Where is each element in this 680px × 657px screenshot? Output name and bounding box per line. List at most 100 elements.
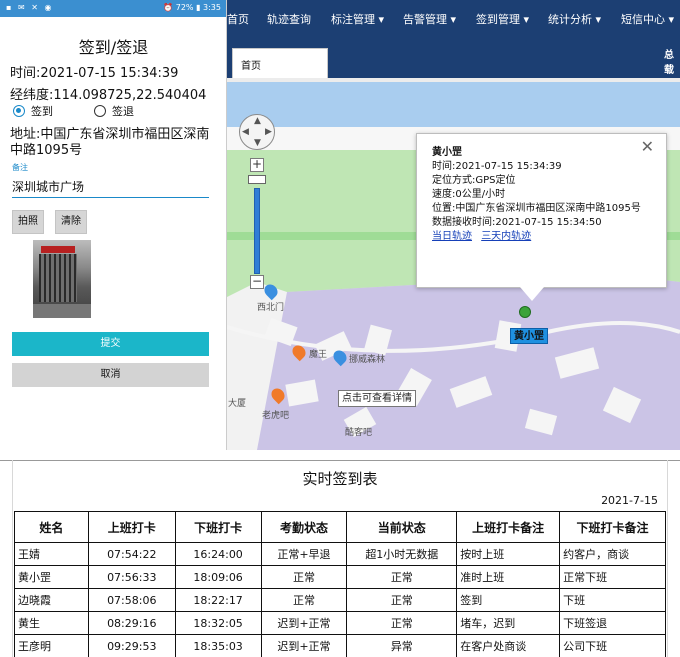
cell-current-status: 正常: [346, 565, 458, 589]
cell-name: 边晓霞: [14, 588, 89, 612]
cancel-button[interactable]: 取消: [12, 363, 209, 387]
cell-attendance-status: 正常: [260, 565, 348, 589]
cell-checkout: 18:32:05: [174, 611, 262, 635]
nav-statistics[interactable]: 统计分析 ▾: [548, 11, 601, 27]
sheet-date: 2021-7-15: [601, 494, 658, 507]
checkin-time: 时间:2021-07-15 15:34:39: [10, 66, 179, 81]
cell-checkout: 16:24:00: [174, 542, 262, 566]
cell-name: 黄小罡: [14, 565, 89, 589]
submit-button[interactable]: 提交: [12, 332, 209, 356]
popup-speed: 速度:0公里/小时: [432, 189, 506, 200]
campus-area: [255, 274, 680, 450]
cell-checkout: 18:35:03: [174, 634, 262, 657]
cell-name: 王彦明: [14, 634, 89, 657]
radio-checkin[interactable]: 签到: [13, 103, 53, 119]
table-row: 王彦明 09:29:53 18:35:03 迟到+正常 异常 在客户处商谈 公司…: [14, 634, 666, 657]
popup-received-time: 数据接收时间:2021-07-15 15:34:50: [432, 217, 602, 228]
note-label: 备注: [12, 163, 28, 172]
radio-checkin-label: 签到: [31, 105, 53, 118]
cell-current-status: 超1小时无数据: [346, 542, 458, 566]
tab-home[interactable]: 首页: [232, 48, 328, 79]
cell-attendance-status: 迟到+正常: [260, 634, 348, 657]
table-row: 边晓霞 07:58:06 18:22:17 正常 正常 签到 下班: [14, 588, 666, 612]
zoom-slider[interactable]: [254, 188, 260, 274]
header-checkin-note: 上班打卡备注: [456, 511, 561, 543]
cell-checkin-note: 签到: [456, 588, 561, 612]
phone-status-bar: ▪ ✉ ✕ ◉ ⏰ 72% ▮ 3:35: [0, 0, 226, 17]
checkin-address: 地址:中国广东省深圳市福田区深南中路1095号: [10, 127, 210, 158]
radio-unchecked-icon: [94, 105, 106, 117]
cell-checkin-note: 按时上班: [456, 542, 561, 566]
zoom-in-button[interactable]: +: [250, 158, 264, 172]
popup-pointer: [520, 287, 544, 301]
three-day-track-link[interactable]: 三天内轨迹: [481, 231, 531, 242]
user-name[interactable]: 总载: [664, 46, 680, 76]
vehicle-info-popup: 黄小罡 时间:2021-07-15 15:34:39 定位方式:GPS定位 速度…: [416, 133, 667, 288]
cell-checkout: 18:09:06: [174, 565, 262, 589]
cell-current-status: 异常: [346, 634, 458, 657]
pan-up-icon[interactable]: ▲: [254, 116, 261, 126]
pan-right-icon[interactable]: ▶: [265, 127, 272, 137]
cell-checkin: 07:58:06: [87, 588, 176, 612]
checkin-coordinates: 经纬度:114.098725,22.540404: [10, 88, 207, 103]
clear-photo-button[interactable]: 清除: [55, 210, 87, 234]
radio-checked-icon: [13, 105, 25, 117]
header-checkout-note: 下班打卡备注: [559, 511, 666, 543]
building-sign-image: [41, 246, 75, 253]
nav-alarm-management[interactable]: 告警管理 ▾: [403, 11, 456, 27]
poi-cool-bar[interactable]: 酷客吧: [345, 425, 372, 438]
popup-name: 黄小罡: [432, 147, 462, 158]
poi-building[interactable]: 大厦: [228, 396, 246, 409]
status-clock: ⏰ 72% ▮ 3:35: [163, 3, 221, 12]
poi-northwest-gate[interactable]: 西北门: [257, 300, 284, 313]
top-navigation: 首页 轨迹查询 标注管理 ▾ 告警管理 ▾ 签到管理 ▾ 统计分析 ▾ 短信中心…: [227, 0, 680, 37]
zoom-out-button[interactable]: −: [250, 275, 264, 289]
popup-time: 时间:2021-07-15 15:34:39: [432, 161, 562, 172]
header-checkout: 下班打卡: [174, 511, 262, 543]
page-title: 签到/签退: [78, 38, 149, 57]
table-row: 黄生 08:29:16 18:32:05 迟到+正常 正常 堵车，迟到 下班签退: [14, 611, 666, 635]
popup-position: 位置:中国广东省深圳市福田区深南中路1095号: [432, 203, 641, 214]
zoom-slider-handle[interactable]: [248, 175, 266, 184]
header-checkin: 上班打卡: [87, 511, 176, 543]
cell-checkout-note: 约客户，商谈: [559, 542, 666, 566]
photo-thumbnail[interactable]: [33, 240, 91, 318]
cell-checkout-note: 下班签退: [559, 611, 666, 635]
cell-checkout: 18:22:17: [174, 588, 262, 612]
note-input[interactable]: [12, 176, 209, 198]
marker-label[interactable]: 黄小罡: [510, 328, 548, 344]
nav-track-query[interactable]: 轨迹查询: [267, 11, 311, 27]
poi-norway-forest[interactable]: 挪威森林: [349, 352, 385, 365]
pan-left-icon[interactable]: ◀: [242, 127, 249, 137]
cell-checkin-note: 在客户处商谈: [456, 634, 561, 657]
close-icon[interactable]: ✕: [641, 139, 654, 155]
pan-down-icon[interactable]: ▼: [254, 138, 261, 148]
cell-checkin: 09:29:53: [87, 634, 176, 657]
popup-location-method: 定位方式:GPS定位: [432, 175, 516, 186]
poi-mowang[interactable]: 魔王: [309, 347, 327, 360]
radio-checkout[interactable]: 签退: [94, 103, 134, 119]
table-row: 王婧 07:54:22 16:24:00 正常+早退 超1小时无数据 按时上班 …: [14, 542, 666, 566]
today-track-link[interactable]: 当日轨迹: [432, 231, 472, 242]
pan-control[interactable]: ▲ ▼ ◀ ▶: [239, 114, 275, 150]
cell-name: 王婧: [14, 542, 89, 566]
take-photo-button[interactable]: 拍照: [12, 210, 44, 234]
cell-checkin: 07:54:22: [87, 542, 176, 566]
mobile-checkin-panel: ▪ ✉ ✕ ◉ ⏰ 72% ▮ 3:35 签到/签退 时间:2021-07-15…: [0, 0, 227, 450]
poi-tiger-bar[interactable]: 老虎吧: [262, 408, 289, 421]
table-row: 黄小罡 07:56:33 18:09:06 正常 正常 准时上班 正常下班: [14, 565, 666, 589]
road-image: [33, 304, 91, 318]
cell-checkin-note: 准时上班: [456, 565, 561, 589]
cell-current-status: 正常: [346, 611, 458, 635]
nav-checkin-management[interactable]: 签到管理 ▾: [476, 11, 529, 27]
header-name: 姓名: [14, 511, 89, 543]
location-marker-icon[interactable]: [519, 306, 531, 318]
table-header-row: 姓名 上班打卡 下班打卡 考勤状态 当前状态 上班打卡备注 下班打卡备注: [14, 511, 666, 543]
status-icons: ▪ ✉ ✕ ◉: [6, 3, 54, 12]
nav-sms-center[interactable]: 短信中心 ▾: [621, 11, 674, 27]
map-tooltip: 点击可查看详情: [338, 390, 416, 407]
cell-checkout-note: 正常下班: [559, 565, 666, 589]
cell-name: 黄生: [14, 611, 89, 635]
nav-marker-management[interactable]: 标注管理 ▾: [331, 11, 384, 27]
nav-home[interactable]: 首页: [227, 11, 249, 27]
